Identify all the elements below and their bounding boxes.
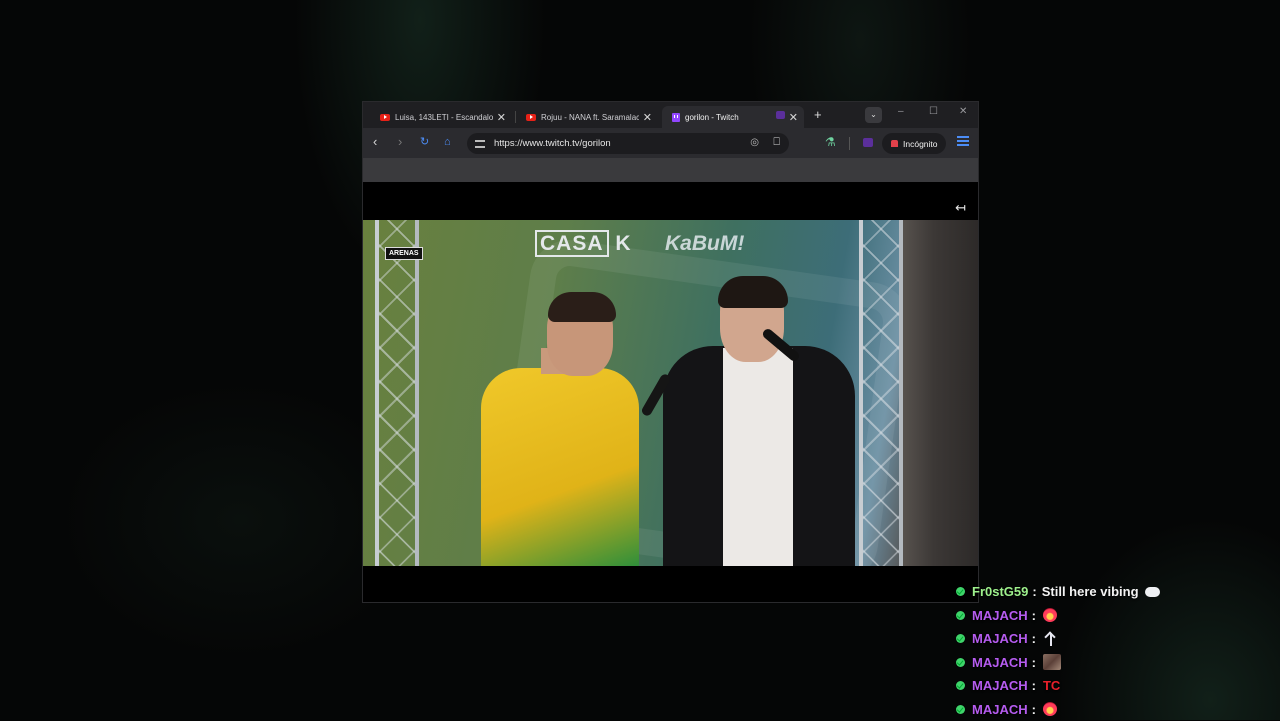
- browser-toolbar: ‹ › ↻ ⌂ https://www.twitch.tv/gorilon ◎ …: [363, 128, 978, 158]
- chat-username: MAJACH: [972, 631, 1028, 646]
- youtube-icon: [526, 114, 536, 121]
- address-bar[interactable]: https://www.twitch.tv/gorilon ◎ ⎕: [467, 133, 789, 154]
- bookmarks-bar: [363, 158, 978, 182]
- host-hair: [718, 276, 788, 308]
- arenas-logo: ARENAS: [385, 247, 423, 260]
- casa-logo: CASA K: [535, 232, 632, 256]
- browser-window: Luisa, 143LETI - Escandalo ( ✕ Rojuu - N…: [362, 101, 979, 603]
- close-icon[interactable]: ✕: [643, 111, 652, 124]
- cloud-emote-icon: [1145, 587, 1160, 597]
- home-icon[interactable]: ⌂: [444, 134, 451, 150]
- left-truss: [375, 220, 419, 566]
- labs-flask-icon[interactable]: ⚗: [825, 135, 836, 149]
- collapse-chat-icon[interactable]: ↤: [955, 200, 966, 216]
- url-text[interactable]: https://www.twitch.tv/gorilon: [494, 138, 611, 149]
- tab-rojuu[interactable]: Rojuu - NANA ft. Saramalac ✕: [516, 106, 658, 128]
- incognito-label: Incógnito: [903, 139, 938, 149]
- tab-search-button[interactable]: ⌄: [865, 107, 882, 123]
- verified-badge-icon: [956, 611, 965, 620]
- verified-badge-icon: [956, 658, 965, 667]
- tc-emote-icon: TC: [1043, 678, 1060, 693]
- chat-text: Still here vibing: [1042, 584, 1139, 599]
- chat-username: MAJACH: [972, 655, 1028, 670]
- minimize-button[interactable]: –: [898, 106, 904, 117]
- site-info-icon[interactable]: [475, 140, 485, 148]
- player-hair: [548, 292, 616, 322]
- chat-username: MAJACH: [972, 702, 1028, 717]
- verified-badge-icon: [956, 705, 965, 714]
- reload-icon[interactable]: ↻: [420, 134, 429, 150]
- chat-message: Fr0stG59 : Still here vibing: [956, 580, 1280, 604]
- chat-username: MAJACH: [972, 678, 1028, 693]
- curtain: [903, 220, 979, 566]
- verified-badge-icon: [956, 587, 965, 596]
- kabum-logo: KaBuM!: [665, 232, 744, 256]
- youtube-icon: [380, 114, 390, 121]
- chat-username: MAJACH: [972, 608, 1028, 623]
- tab-bar: Luisa, 143LETI - Escandalo ( ✕ Rojuu - N…: [363, 102, 978, 128]
- chat-message: MAJACH :: [956, 698, 1280, 721]
- tab-title: Rojuu - NANA ft. Saramalac: [541, 113, 639, 122]
- verified-badge-icon: [956, 634, 965, 643]
- chat-message: MAJACH :: [956, 604, 1280, 628]
- chat-username: Fr0stG59: [972, 584, 1028, 599]
- tab-media-icon: [776, 111, 785, 119]
- chat-separator: :: [1032, 702, 1036, 717]
- close-window-button[interactable]: ✕: [959, 106, 967, 117]
- right-truss: [859, 220, 903, 566]
- fire-emote-icon: [1043, 608, 1057, 622]
- chat-message: MAJACH : TC: [956, 674, 1280, 698]
- verified-badge-icon: [956, 681, 965, 690]
- tab-title: Luisa, 143LETI - Escandalo (: [395, 113, 493, 122]
- host-shirt: [723, 348, 793, 566]
- player-jersey: [481, 368, 639, 566]
- arrow-emote-icon: [1043, 631, 1059, 647]
- tab-luisa[interactable]: Luisa, 143LETI - Escandalo ( ✕: [370, 106, 512, 128]
- bookmark-icon[interactable]: ⎕: [773, 136, 780, 149]
- twitch-page: ↤ CASA K KaBuM! ARENAS: [363, 182, 978, 603]
- chat-separator: :: [1032, 608, 1036, 623]
- twitch-icon: [672, 113, 680, 122]
- toolbar-divider: [849, 137, 850, 150]
- menu-icon[interactable]: [957, 136, 969, 146]
- chat-message: MAJACH :: [956, 651, 1280, 675]
- incognito-icon: [891, 140, 898, 147]
- maximize-button[interactable]: ☐: [929, 106, 938, 117]
- new-tab-button[interactable]: +: [814, 107, 822, 122]
- eye-slash-icon[interactable]: ◎: [750, 137, 759, 148]
- back-button[interactable]: ‹: [373, 134, 377, 150]
- chat-separator: :: [1032, 678, 1036, 693]
- photo-emote-icon: [1043, 654, 1061, 670]
- close-icon[interactable]: ✕: [789, 111, 798, 124]
- incognito-badge[interactable]: Incógnito: [882, 133, 946, 154]
- fire-emote-icon: [1043, 702, 1057, 716]
- tab-title: gorilon - Twitch: [685, 113, 785, 122]
- forward-button[interactable]: ›: [398, 134, 402, 150]
- chat-message: MAJACH :: [956, 627, 1280, 651]
- chat-separator: :: [1032, 631, 1036, 646]
- chat-overlay: Fr0stG59 : Still here vibing MAJACH : MA…: [956, 580, 1280, 721]
- chat-separator: :: [1032, 655, 1036, 670]
- stream-video[interactable]: CASA K KaBuM! ARENAS: [363, 220, 979, 566]
- extension-icon[interactable]: [863, 138, 873, 147]
- chat-separator: :: [1032, 584, 1036, 599]
- close-icon[interactable]: ✕: [497, 111, 506, 124]
